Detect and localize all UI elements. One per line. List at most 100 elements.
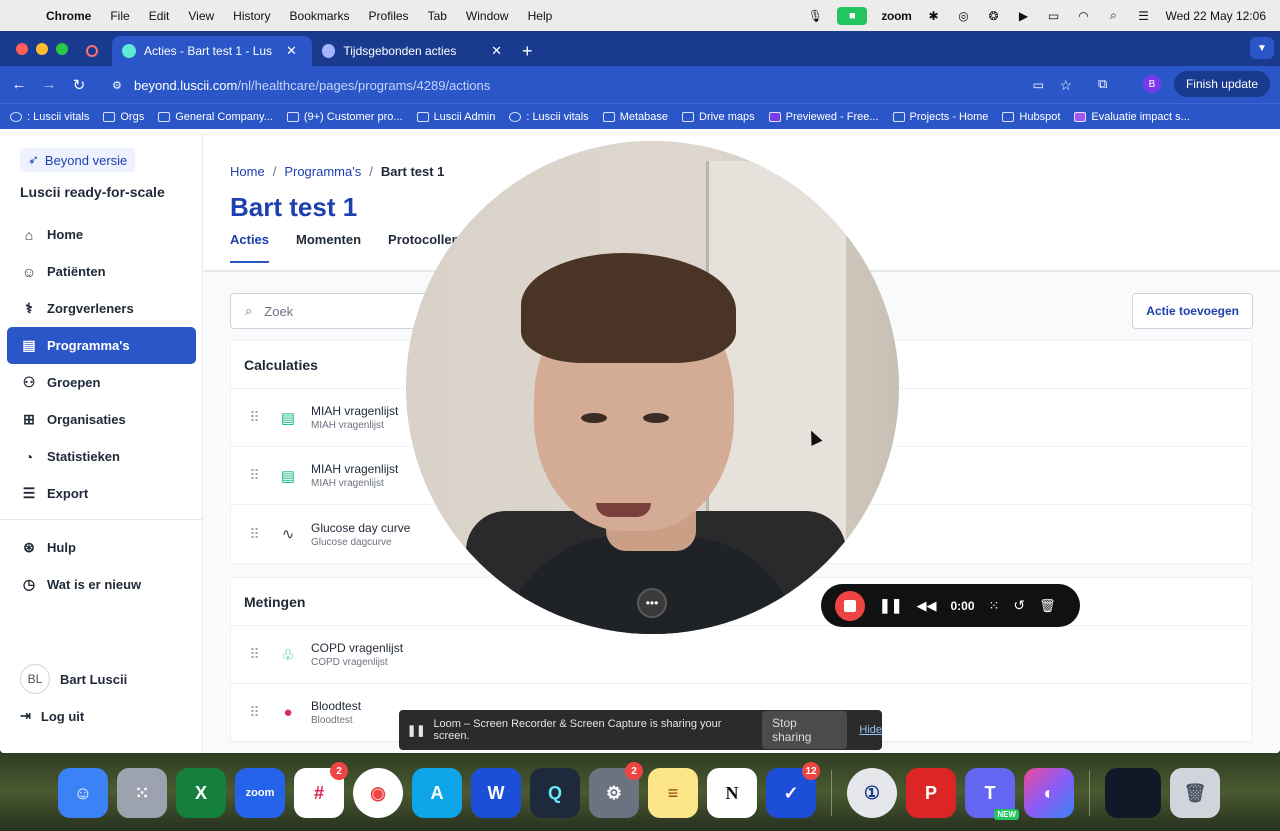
webcam-bubble[interactable]: ••• bbox=[406, 141, 899, 634]
recording-indicator-icon[interactable] bbox=[82, 36, 112, 66]
drag-handle-icon[interactable]: ⠿ bbox=[231, 704, 277, 721]
notion-icon[interactable]: N bbox=[707, 768, 757, 818]
loom-icon[interactable]: ❂ bbox=[985, 9, 1001, 23]
minimize-window-button[interactable] bbox=[36, 43, 48, 55]
trash-icon[interactable]: 🗑 bbox=[1039, 598, 1056, 614]
sidebar-item-patienten[interactable]: ☺ Patiënten bbox=[7, 253, 196, 290]
close-window-button[interactable] bbox=[16, 43, 28, 55]
pause-icon[interactable]: ❚❚ bbox=[879, 597, 902, 614]
camera-permission-icon[interactable]: ▭ bbox=[1033, 78, 1044, 92]
drawing-grid-icon[interactable]: ⁙ bbox=[989, 598, 1000, 614]
sidebar-item-organisaties[interactable]: ⊞ Organisaties bbox=[7, 401, 196, 438]
control-center-icon[interactable]: ☰ bbox=[1135, 9, 1151, 23]
logout-button[interactable]: ⇥ Log uit bbox=[20, 708, 84, 724]
tab-search-chevron-icon[interactable]: ▼ bbox=[1250, 37, 1274, 59]
bookmark-item[interactable]: General Company... bbox=[158, 111, 273, 123]
menu-history[interactable]: History bbox=[233, 9, 270, 23]
sidebar-item-home[interactable]: ⌂ Home bbox=[7, 216, 196, 253]
clock[interactable]: Wed 22 May 12:06 bbox=[1165, 9, 1266, 23]
tab-acties[interactable]: Acties - Bart test 1 - Lusc ✕ bbox=[112, 36, 312, 66]
tab-momenten[interactable]: Momenten bbox=[296, 232, 361, 263]
trash-bin-icon[interactable]: 🗑 bbox=[1170, 768, 1220, 818]
more-options-icon[interactable]: ••• bbox=[637, 588, 667, 618]
play-icon[interactable]: ▶ bbox=[1015, 9, 1031, 23]
bookmark-item[interactable]: Evaluatie impact s... bbox=[1074, 111, 1190, 123]
screen-share-icon[interactable]: ◎ bbox=[955, 9, 971, 23]
stop-recording-button[interactable] bbox=[835, 590, 865, 621]
list-item[interactable]: ⠿ ♧ COPD vragenlijst COPD vragenlijst bbox=[231, 626, 1251, 684]
stop-sharing-button[interactable]: Stop sharing bbox=[762, 711, 848, 749]
tab-acties[interactable]: Acties bbox=[230, 232, 270, 263]
sidebar-item-hulp[interactable]: ⊛ Hulp bbox=[7, 529, 196, 566]
user-profile[interactable]: BL Bart Luscii bbox=[20, 664, 127, 694]
bookmark-item[interactable]: Hubspot bbox=[1002, 111, 1060, 123]
extensions-icon[interactable]: ⧉ bbox=[1098, 76, 1107, 92]
tab-tijdsgebonden-acties[interactable]: Tijdsgebonden acties ✕ bbox=[312, 36, 512, 66]
profile-avatar[interactable]: B bbox=[1143, 75, 1161, 93]
microphone-icon[interactable]: 🎙 bbox=[807, 9, 823, 23]
drag-handle-icon[interactable]: ⠿ bbox=[231, 526, 277, 543]
breadcrumb-programmas[interactable]: Programma's bbox=[284, 164, 361, 179]
menu-file[interactable]: File bbox=[110, 9, 129, 23]
drag-handle-icon[interactable]: ⠿ bbox=[231, 409, 277, 426]
menu-tab[interactable]: Tab bbox=[428, 9, 447, 23]
system-settings-icon[interactable]: ⚙ 2 bbox=[589, 762, 643, 818]
bookmark-item[interactable]: : Luscii vitals bbox=[10, 111, 89, 123]
bookmark-item[interactable]: Previewed - Free... bbox=[768, 111, 879, 123]
word-icon[interactable]: W bbox=[471, 768, 521, 818]
bookmark-star-icon[interactable]: ☆ bbox=[1059, 77, 1072, 94]
sidebar-item-groepen[interactable]: ⚇ Groepen bbox=[7, 364, 196, 401]
notes-icon[interactable]: ≡ bbox=[648, 768, 698, 818]
excel-icon[interactable]: X bbox=[176, 768, 226, 818]
creative-app-icon[interactable]: ◐ bbox=[1024, 768, 1074, 818]
menu-app-chrome[interactable]: Chrome bbox=[46, 9, 91, 23]
facetime-camera-icon[interactable]: ■ bbox=[837, 6, 868, 25]
chrome-icon[interactable]: ◉ bbox=[353, 768, 403, 818]
app-store-icon[interactable]: A bbox=[412, 768, 462, 818]
menu-bookmarks[interactable]: Bookmarks bbox=[290, 9, 350, 23]
sidebar-item-zorgverleners[interactable]: ⚕ Zorgverleners bbox=[7, 290, 196, 327]
maximize-window-button[interactable] bbox=[56, 43, 68, 55]
zoom-menubar-label[interactable]: zoom bbox=[881, 9, 911, 23]
search-icon[interactable]: ⌕ bbox=[1105, 8, 1121, 22]
new-tab-button[interactable]: + bbox=[512, 36, 543, 66]
bookmark-item[interactable]: : Luscii vitals bbox=[509, 111, 589, 123]
reload-icon[interactable]: ↻ bbox=[64, 76, 94, 94]
forward-arrow-icon[interactable]: → bbox=[34, 76, 64, 93]
menu-help[interactable]: Help bbox=[528, 9, 553, 23]
sidebar-item-export[interactable]: ☰ Export bbox=[7, 475, 196, 512]
wifi-icon[interactable]: ◠ bbox=[1075, 9, 1091, 23]
bookmark-item[interactable]: Luscii Admin bbox=[416, 111, 495, 123]
bookmark-item[interactable]: Projects - Home bbox=[892, 111, 988, 123]
zoom-app-icon[interactable]: zoom bbox=[235, 768, 285, 818]
menu-profiles[interactable]: Profiles bbox=[369, 9, 409, 23]
version-badge[interactable]: ➶ Beyond versie bbox=[20, 148, 136, 172]
drag-handle-icon[interactable]: ⠿ bbox=[231, 646, 277, 663]
back-arrow-icon[interactable]: ← bbox=[4, 76, 34, 93]
close-tab-icon[interactable]: ✕ bbox=[491, 43, 502, 59]
sidebar-item-programmas[interactable]: ▤ Programma's bbox=[7, 327, 196, 364]
recent-window-thumbnail[interactable] bbox=[1105, 768, 1161, 818]
site-info-icon[interactable]: ⚙ bbox=[112, 79, 122, 92]
bookmark-item[interactable]: Metabase bbox=[602, 111, 668, 123]
butterfly-icon[interactable]: ✱ bbox=[925, 9, 941, 23]
sidebar-item-statistieken[interactable]: ◔ Statistieken bbox=[7, 438, 196, 475]
close-tab-icon[interactable]: ✕ bbox=[286, 43, 297, 59]
bookmark-item[interactable]: Drive maps bbox=[682, 111, 755, 123]
menu-view[interactable]: View bbox=[188, 9, 214, 23]
finder-icon[interactable]: ☺ bbox=[58, 768, 108, 818]
bookmark-item[interactable]: (9+) Customer pro... bbox=[286, 111, 403, 123]
menu-window[interactable]: Window bbox=[466, 9, 509, 23]
quicktime-icon[interactable]: Q bbox=[530, 768, 580, 818]
launchpad-icon[interactable]: ⁙ bbox=[117, 768, 167, 818]
tasks-icon[interactable]: ✓ 12 bbox=[766, 762, 820, 818]
sidebar-item-wat-is-er-nieuw[interactable]: ◷ Wat is er nieuw bbox=[7, 566, 196, 603]
breadcrumb-home[interactable]: Home bbox=[230, 164, 265, 179]
url-field[interactable]: ⚙ beyond.luscii.com/nl/healthcare/pages/… bbox=[104, 72, 1084, 98]
powerpoint-icon[interactable]: P bbox=[906, 768, 956, 818]
restart-icon[interactable]: ↺ bbox=[1013, 597, 1025, 614]
add-action-button[interactable]: Actie toevoegen bbox=[1132, 293, 1253, 329]
finish-update-button[interactable]: Finish update bbox=[1173, 71, 1270, 97]
slack-icon[interactable]: #2 bbox=[294, 762, 348, 818]
menu-edit[interactable]: Edit bbox=[149, 9, 170, 23]
